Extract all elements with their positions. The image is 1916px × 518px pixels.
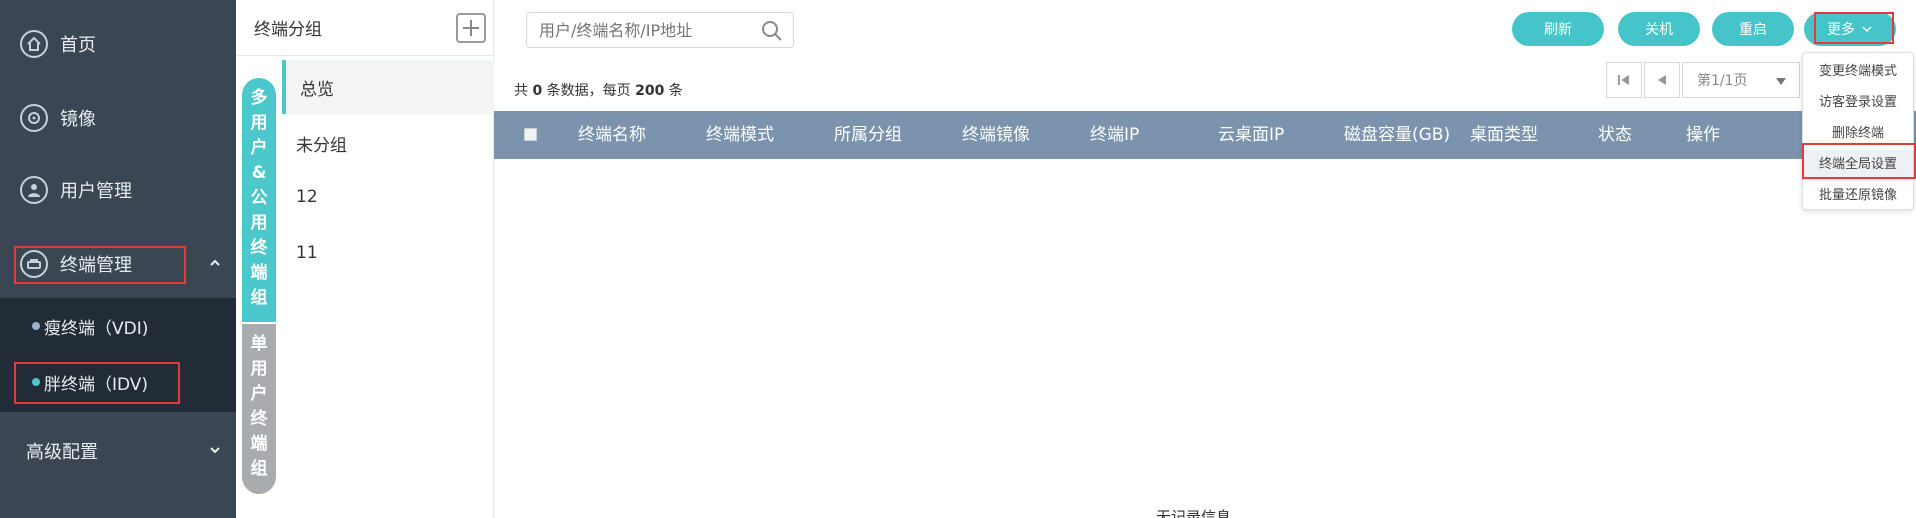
tab-char: 端 bbox=[250, 263, 268, 283]
add-group-button[interactable] bbox=[456, 13, 486, 43]
shutdown-button[interactable]: 关机 bbox=[1618, 12, 1700, 46]
sidebar-sub-label: 瘦终端（VDI) bbox=[44, 318, 149, 339]
column-header: 终端镜像 bbox=[962, 125, 1030, 145]
column-header: 云桌面IP bbox=[1218, 125, 1285, 145]
group-panel: 终端分组 多 用 户 & 公 用 终 端 组 单 用 户 终 端 组 总览 未分… bbox=[236, 0, 494, 518]
sidebar-item-label: 首页 bbox=[60, 35, 96, 56]
group-panel-header: 终端分组 bbox=[236, 0, 494, 56]
sidebar-item-home[interactable]: 首页 bbox=[0, 16, 236, 72]
group-panel-title: 终端分组 bbox=[254, 20, 322, 40]
restart-button[interactable]: 重启 bbox=[1712, 12, 1794, 46]
summary-text: 共 0 条数据，每页 200 条 bbox=[514, 80, 683, 100]
group-item-11[interactable]: 11 bbox=[282, 226, 494, 280]
tab-char: 公 bbox=[250, 188, 268, 208]
menu-item-guest-login[interactable]: 访客登录设置 bbox=[1803, 88, 1913, 118]
summary-suffix: 条 bbox=[668, 83, 683, 99]
group-item-label: 12 bbox=[296, 187, 318, 207]
search-box bbox=[526, 12, 794, 48]
sidebar-item-image[interactable]: 镜像 bbox=[0, 90, 236, 146]
tab-char: 用 bbox=[250, 213, 268, 233]
refresh-button[interactable]: 刷新 bbox=[1512, 12, 1604, 46]
plus-icon bbox=[463, 20, 479, 36]
table-header: 终端名称 终端模式 所属分组 终端镜像 终端IP 云桌面IP 磁盘容量(GB) … bbox=[494, 111, 1916, 159]
search-input[interactable] bbox=[527, 13, 747, 47]
first-page-button[interactable] bbox=[1606, 62, 1642, 98]
chevron-down-icon bbox=[210, 447, 220, 454]
tab-char: 用 bbox=[250, 359, 268, 379]
sidebar-item-label: 用户管理 bbox=[60, 181, 132, 202]
tab-char: 单 bbox=[250, 334, 268, 354]
tab-char: 户 bbox=[250, 384, 268, 404]
group-item-overview[interactable]: 总览 bbox=[282, 60, 494, 114]
select-all-checkbox[interactable] bbox=[524, 128, 537, 141]
sidebar-sub-vdi[interactable]: 瘦终端（VDI) bbox=[0, 298, 236, 354]
chevron-up-icon bbox=[210, 259, 220, 266]
tab-char: 终 bbox=[250, 409, 268, 429]
group-item-label: 总览 bbox=[300, 79, 334, 100]
column-header: 终端模式 bbox=[706, 125, 774, 145]
sidebar-item-users[interactable]: 用户管理 bbox=[0, 162, 236, 218]
summary-count: 0 bbox=[532, 83, 543, 99]
image-icon bbox=[20, 104, 48, 132]
restart-button-label: 重启 bbox=[1739, 22, 1767, 38]
sidebar-item-label: 高级配置 bbox=[26, 442, 98, 463]
first-page-icon bbox=[1618, 75, 1629, 85]
tab-char: 户 bbox=[250, 138, 268, 158]
column-header: 操作 bbox=[1686, 125, 1720, 145]
highlight-box bbox=[14, 362, 180, 404]
empty-state-text: 无记录信息 bbox=[1156, 508, 1232, 518]
column-header: 终端IP bbox=[1090, 125, 1140, 145]
column-header: 所属分组 bbox=[834, 125, 902, 145]
refresh-button-label: 刷新 bbox=[1544, 22, 1572, 38]
sidebar: 首页 镜像 用户管理 终端管理 瘦终端（VDI) 胖终端（IDV) 高级配置 bbox=[0, 0, 236, 518]
caret-down-icon bbox=[1776, 78, 1786, 85]
sidebar-item-advanced[interactable]: 高级配置 bbox=[0, 423, 236, 479]
tab-multi-user-group[interactable]: 多 用 户 & 公 用 终 端 组 bbox=[242, 78, 276, 322]
highlight-box bbox=[1814, 12, 1894, 44]
column-header: 终端名称 bbox=[578, 125, 646, 145]
page-select[interactable]: 第1/1页 bbox=[1682, 62, 1800, 98]
column-header: 磁盘容量(GB) bbox=[1344, 125, 1451, 145]
page-label: 第1/1页 bbox=[1697, 73, 1748, 89]
tab-char: 多 bbox=[250, 88, 268, 108]
group-item-label: 未分组 bbox=[296, 135, 347, 156]
highlight-box bbox=[14, 246, 186, 284]
tab-char: 端 bbox=[250, 434, 268, 454]
summary-per-page: 200 bbox=[635, 83, 665, 99]
bullet-icon bbox=[32, 322, 40, 330]
highlight-box bbox=[1802, 143, 1916, 179]
tab-char: 用 bbox=[250, 113, 268, 133]
summary-prefix: 共 bbox=[514, 83, 528, 99]
summary-mid: 条数据，每页 bbox=[546, 83, 631, 99]
tab-char: 终 bbox=[250, 238, 268, 258]
sidebar-item-label: 镜像 bbox=[60, 109, 96, 130]
group-item-ungrouped[interactable]: 未分组 bbox=[282, 116, 494, 170]
group-item-12[interactable]: 12 bbox=[282, 170, 494, 224]
tab-char: & bbox=[251, 163, 267, 183]
tab-single-user-group[interactable]: 单 用 户 终 端 组 bbox=[242, 324, 276, 494]
column-header: 桌面类型 bbox=[1470, 125, 1538, 145]
tab-char: 组 bbox=[250, 288, 268, 308]
group-item-label: 11 bbox=[296, 243, 318, 263]
tab-char: 组 bbox=[250, 459, 268, 479]
prev-page-button[interactable] bbox=[1644, 62, 1680, 98]
user-icon bbox=[20, 176, 48, 204]
menu-item-change-mode[interactable]: 变更终端模式 bbox=[1803, 57, 1913, 87]
more-dropdown-menu: 变更终端模式 访客登录设置 删除终端 终端全局设置 批量还原镜像 bbox=[1802, 52, 1914, 210]
shutdown-button-label: 关机 bbox=[1645, 22, 1673, 38]
column-header: 状态 bbox=[1598, 125, 1632, 145]
prev-page-icon bbox=[1658, 75, 1666, 85]
home-icon bbox=[20, 30, 48, 58]
main-content: 刷新 关机 重启 更多 共 0 条数据，每页 200 条 第1/1页 终端名称 bbox=[494, 0, 1916, 518]
search-icon[interactable] bbox=[761, 20, 783, 42]
menu-item-batch-restore[interactable]: 批量还原镜像 bbox=[1803, 181, 1913, 211]
